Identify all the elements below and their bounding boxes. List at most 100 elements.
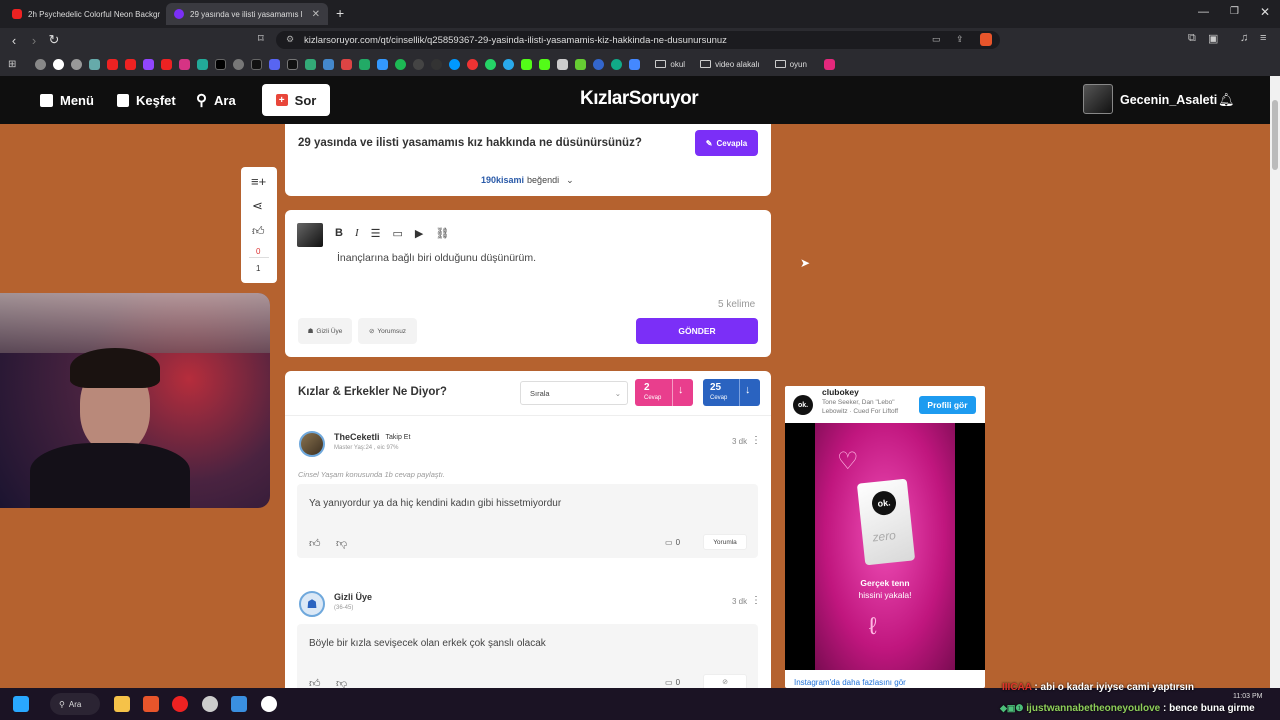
gmail-icon[interactable] <box>341 58 353 70</box>
dislike-icon[interactable]: 👎︎ <box>336 537 347 550</box>
maximize-icon[interactable]: ❐ <box>1230 6 1239 17</box>
bookmark-folder-oyun[interactable]: oyun <box>774 60 807 69</box>
instagram-link[interactable]: Instagram'da daha fazlasını gör <box>794 678 906 687</box>
submit-button[interactable]: GÖNDER <box>636 318 758 344</box>
kick-icon[interactable] <box>521 58 533 70</box>
menu-button[interactable]: Menü <box>40 76 94 124</box>
italic-icon[interactable]: I <box>355 227 359 240</box>
bookmark-icon[interactable] <box>593 58 605 70</box>
search-button[interactable]: ⚲ Ara <box>196 76 236 124</box>
close-tab-icon[interactable]: ✕ <box>312 9 320 20</box>
ad-media[interactable]: ♡ ok. zero Gerçek tenn hissini yakala! ℓ <box>785 423 985 670</box>
bookmark-icon[interactable] <box>89 58 101 70</box>
bookmark-icon[interactable] <box>823 58 835 70</box>
like-icon[interactable]: 👍︎ <box>309 537 321 550</box>
menu-icon[interactable]: ≡ <box>1260 32 1266 44</box>
spotify-icon[interactable] <box>395 58 407 70</box>
comment-count[interactable]: ▭ 0 <box>665 538 680 547</box>
cast-icon[interactable]: ▭ <box>932 34 941 45</box>
apps-icon[interactable]: ⊞ <box>8 59 16 70</box>
answer-textarea[interactable]: İnançlarına bağlı biri olduğunu düşünürü… <box>337 252 536 264</box>
bookmark-icon[interactable] <box>413 58 425 70</box>
bookmark-icon[interactable] <box>305 58 317 70</box>
back-icon[interactable]: ‹ <box>4 30 24 50</box>
bold-icon[interactable]: B <box>335 227 343 240</box>
avatar[interactable] <box>299 431 325 457</box>
username-link[interactable]: Gecenin_Asaleti <box>1120 76 1217 124</box>
telegram-icon[interactable] <box>503 58 515 70</box>
bookmark-icon[interactable] <box>233 58 245 70</box>
instagram-icon[interactable] <box>179 58 191 70</box>
sort-select[interactable]: Sırala ⌄ <box>520 381 628 405</box>
extensions-icon[interactable]: ⧉ <box>1188 32 1196 45</box>
answer-button[interactable]: ✎ Cevapla <box>695 130 758 156</box>
tiktok-icon[interactable] <box>251 58 263 70</box>
view-profile-button[interactable]: Profili gör <box>919 396 976 414</box>
site-logo[interactable]: KızlarSoruyor <box>580 88 699 110</box>
bookmark-icon[interactable] <box>377 58 389 70</box>
app-icon[interactable] <box>202 696 218 712</box>
youtube-icon[interactable] <box>125 58 137 70</box>
history-icon[interactable] <box>35 58 47 70</box>
tab-active[interactable]: 29 yasında ve ilisti yasamamıs kız ✕ <box>166 3 328 25</box>
video-icon[interactable]: ▶ <box>415 227 423 240</box>
list-icon[interactable]: ☰ <box>371 227 381 240</box>
bookmark-icon[interactable] <box>197 58 209 70</box>
bookmark-icon[interactable] <box>575 58 587 70</box>
comment-button[interactable]: Yorumla <box>703 534 747 550</box>
more-options-icon[interactable]: ⋮ <box>751 595 761 606</box>
anonymous-toggle[interactable]: ☗ Gizli Üye <box>298 318 352 344</box>
photos-icon[interactable] <box>231 696 247 712</box>
forward-icon[interactable]: › <box>24 30 44 50</box>
close-window-icon[interactable]: ✕ <box>1260 5 1270 19</box>
bell-icon[interactable]: 🔔︎ <box>1218 92 1235 108</box>
bookmark-icon[interactable] <box>323 58 335 70</box>
ask-button[interactable]: + Sor <box>262 84 330 116</box>
brave-icon[interactable] <box>143 696 159 712</box>
bookmark-icon[interactable] <box>629 58 641 70</box>
url-field[interactable]: ⚙ kizlarsoruyor.com/qt/cinsellik/q258593… <box>276 31 1000 49</box>
bookmark-icon[interactable] <box>557 58 569 70</box>
windows-start-icon[interactable] <box>13 696 29 712</box>
bookmark-icon[interactable] <box>449 58 461 70</box>
avatar[interactable] <box>1083 84 1113 114</box>
girls-filter-button[interactable]: 2 Cevap ↓ <box>635 379 693 406</box>
youtube-icon[interactable] <box>161 58 173 70</box>
more-options-icon[interactable]: ⋮ <box>751 435 761 446</box>
follow-link[interactable]: Takip Et <box>386 434 411 441</box>
minimize-icon[interactable]: — <box>1198 6 1209 18</box>
brave-shield-icon[interactable] <box>980 33 992 46</box>
youtube-icon[interactable] <box>107 58 119 70</box>
no-comment-toggle[interactable]: ⊘ Yorumsuz <box>358 318 417 344</box>
share-icon[interactable]: ⇪ <box>956 34 964 45</box>
scrollbar-thumb[interactable] <box>1272 100 1278 170</box>
bookmark-icon[interactable] <box>287 58 299 70</box>
link-icon[interactable]: ⛓ <box>435 227 449 240</box>
google-icon[interactable] <box>53 58 65 70</box>
drive-icon[interactable] <box>359 58 371 70</box>
discord-icon[interactable] <box>269 58 281 70</box>
share-icon[interactable]: ⋖ <box>252 198 263 214</box>
bookmark-folder-video[interactable]: video alakalı <box>700 60 760 69</box>
bookmark-icon[interactable]: ⌑ <box>258 32 264 45</box>
brand-avatar[interactable]: ok. <box>793 395 813 415</box>
kick-icon[interactable] <box>539 58 551 70</box>
explore-button[interactable]: Keşfet <box>117 76 176 124</box>
wallet-icon[interactable]: ▣ <box>1208 32 1218 45</box>
twitch-icon[interactable] <box>143 58 155 70</box>
media-player-icon[interactable] <box>172 696 188 712</box>
obs-icon[interactable] <box>261 696 277 712</box>
tab-youtube[interactable]: 2h Psychedelic Colorful Neon Backgr <box>4 3 162 25</box>
bookmark-icon[interactable] <box>71 58 83 70</box>
x-icon[interactable] <box>215 58 227 70</box>
bookmark-folder-okul[interactable]: okul <box>655 60 685 69</box>
site-info-icon[interactable]: ⚙ <box>286 34 294 45</box>
file-explorer-icon[interactable] <box>114 696 130 712</box>
add-to-list-icon[interactable]: ≡+ <box>251 174 266 189</box>
new-tab-icon[interactable]: + <box>336 5 344 21</box>
like-icon[interactable]: 👍︎ <box>252 224 265 239</box>
bookmark-icon[interactable] <box>611 58 623 70</box>
media-icon[interactable]: ♫ <box>1240 32 1248 44</box>
likes-row[interactable]: 190kisami beğendi ⌄ <box>481 175 574 186</box>
boys-filter-button[interactable]: 25 Cevap ↓ <box>703 379 760 406</box>
